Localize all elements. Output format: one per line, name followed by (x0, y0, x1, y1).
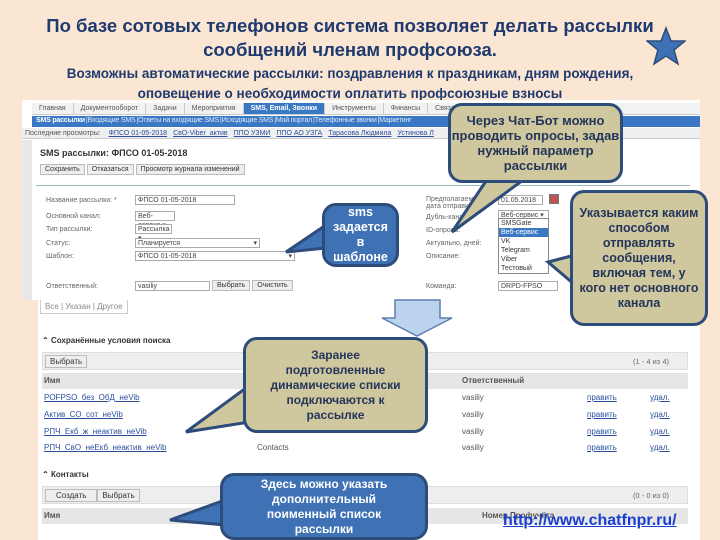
chatbot-callout: Через Чат-Бот можно проводить опросы, за… (448, 103, 623, 183)
channel-callout: Указывается каким способом отправлять со… (570, 190, 708, 326)
arrow-down-icon (381, 299, 453, 337)
contacts-callout: Здесь можно указать дополнительный поиме… (220, 473, 428, 540)
sms-callout: sms задается в шаблоне (322, 203, 399, 267)
sms-callout-tail (285, 222, 328, 254)
site-link[interactable]: http://www.chatfnpr.ru/ (503, 512, 677, 530)
contacts-callout-tail (169, 497, 227, 527)
chatbot-callout-tail (450, 173, 535, 234)
lists-callout: Заранее подготовленные динамические спис… (243, 337, 428, 433)
